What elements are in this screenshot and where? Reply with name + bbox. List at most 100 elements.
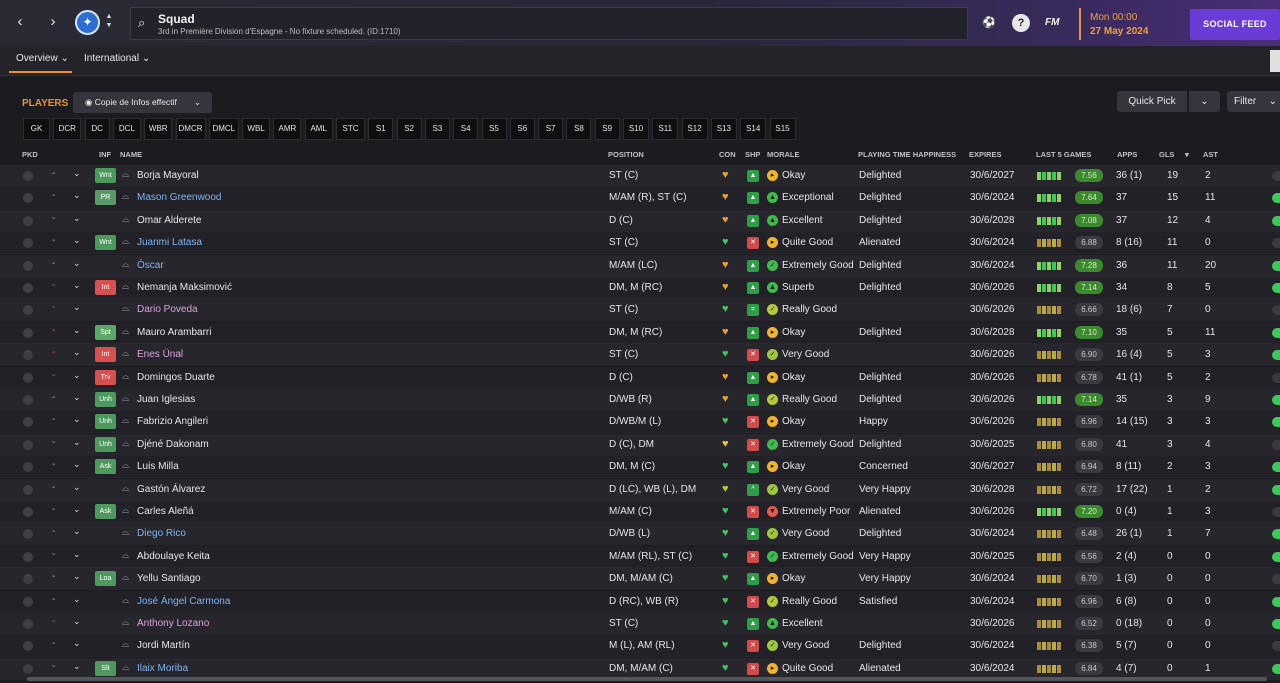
info-badge[interactable]: Trv <box>95 369 116 385</box>
col-last5[interactable]: LAST 5 GAMES <box>1036 150 1091 159</box>
penalty-taker-toggle[interactable] <box>23 193 33 204</box>
row-expand-chevron-icon[interactable]: ⌄ <box>73 302 81 313</box>
row-expand-chevron-icon[interactable]: ⌄ <box>73 504 81 515</box>
position-filter-dc[interactable]: DC <box>84 118 110 140</box>
row-expand-chevron-icon[interactable]: ⌄ <box>73 616 81 627</box>
player-name[interactable]: Anthony Lozano <box>137 618 209 629</box>
info-badge[interactable]: Ask <box>95 504 116 519</box>
position-filter-s5[interactable]: S5 <box>481 118 507 140</box>
penalty-taker-toggle[interactable] <box>23 551 33 562</box>
player-row[interactable]: - ⌄ Ask ⌓ Luis Milla DM, M (C) ♥ ▲ ▸ Okay Concerne… <box>0 456 1280 479</box>
filter-button[interactable]: Filter ⌄ <box>1227 91 1280 112</box>
player-row[interactable]: - ⌄ Int ⌓ Nemanja Maksimović DM, M (RC) ♥ ▲ ▲ Sup… <box>0 277 1280 299</box>
position-filter-s7[interactable]: S7 <box>538 118 564 140</box>
player-row[interactable]: - ⌄ ⌓ Omar Alderete D (C) ♥ ▲ ▲ Excellent Delight… <box>0 209 1280 232</box>
penalty-taker-toggle[interactable] <box>23 417 33 428</box>
player-row[interactable]: - ⌄ ⌓ Óscar M/AM (LC) ♥ ▲ ✓ Extremely Good Deligh… <box>0 254 1280 277</box>
player-name[interactable]: Ilaix Moriba <box>137 663 188 674</box>
player-name[interactable]: Yellu Santiago <box>137 573 201 584</box>
selection-dash-icon[interactable]: - <box>52 616 55 627</box>
player-name[interactable]: Gastón Álvarez <box>137 484 205 495</box>
penalty-taker-toggle[interactable] <box>23 462 33 473</box>
player-name[interactable]: Carles Aleñá <box>137 506 194 517</box>
player-name[interactable]: Borja Mayoral <box>137 170 199 181</box>
selection-dash-icon[interactable]: - <box>52 280 55 291</box>
selection-dash-icon[interactable]: - <box>52 638 55 649</box>
penalty-taker-toggle[interactable] <box>23 260 33 271</box>
penalty-taker-toggle[interactable] <box>23 327 33 338</box>
col-con[interactable]: CON <box>719 150 736 159</box>
player-row[interactable]: - ⌄ ⌓ Dario Poveda ST (C) ♥ = ✓ Really Good 30/6/… <box>0 299 1280 322</box>
player-row[interactable]: - ⌄ Loa ⌓ Yellu Santiago DM, M/AM (C) ♥ ▲ ▸ Okay V… <box>0 568 1280 591</box>
view-selector[interactable]: ◉ Copie de Infos effectif ⌄ <box>73 92 212 113</box>
player-name[interactable]: Nemanja Maksimović <box>137 282 232 293</box>
player-row[interactable]: - ⌄ Wnt ⌓ Borja Mayoral ST (C) ♥ ▲ ▸ Okay Delighte… <box>0 165 1280 187</box>
col-inf[interactable]: INF <box>99 150 111 159</box>
penalty-taker-toggle[interactable] <box>23 372 33 383</box>
selection-dash-icon[interactable]: - <box>52 526 55 537</box>
selection-dash-icon[interactable]: - <box>52 504 55 515</box>
position-filter-s14[interactable]: S14 <box>740 118 767 140</box>
quick-pick-dropdown[interactable]: ⌄ <box>1189 91 1220 112</box>
club-switch-arrows-icon[interactable]: ▲ ▼ <box>104 12 114 30</box>
selection-dash-icon[interactable]: - <box>52 459 55 470</box>
info-badge[interactable]: Slt <box>95 660 116 676</box>
selection-dash-icon[interactable]: - <box>52 594 55 605</box>
player-name[interactable]: Abdoulaye Keita <box>137 551 210 562</box>
fm-logo[interactable]: FM <box>1045 17 1059 28</box>
selection-dash-icon[interactable]: - <box>52 258 55 269</box>
selection-dash-icon[interactable]: - <box>52 661 55 672</box>
position-filter-aml[interactable]: AML <box>304 118 333 140</box>
tab-international[interactable]: International ⌄ <box>84 53 150 64</box>
player-row[interactable]: - ⌄ ⌓ Anthony Lozano ST (C) ♥ ▲ ▲ Excellent 30/6/… <box>0 613 1280 635</box>
selection-dash-icon[interactable]: - <box>52 392 55 403</box>
position-filter-dcl[interactable]: DCL <box>112 118 141 140</box>
player-name[interactable]: Omar Alderete <box>137 215 201 226</box>
row-expand-chevron-icon[interactable]: ⌄ <box>73 638 81 649</box>
penalty-taker-toggle[interactable] <box>23 305 33 316</box>
player-name[interactable]: Jordi Martín <box>137 640 190 651</box>
info-badge[interactable]: Wnt <box>95 168 116 183</box>
horizontal-scrollbar[interactable] <box>27 677 1267 681</box>
penalty-taker-toggle[interactable] <box>23 596 33 607</box>
row-expand-chevron-icon[interactable]: ⌄ <box>73 347 81 358</box>
position-filter-dmcr[interactable]: DMCR <box>175 118 206 140</box>
player-name[interactable]: Óscar <box>137 260 164 271</box>
player-row[interactable]: - ⌄ Ask ⌓ Carles Aleñá M/AM (C) ♥ ✕ ▼ Extremely P… <box>0 501 1280 523</box>
selection-dash-icon[interactable]: - <box>52 213 55 224</box>
row-expand-chevron-icon[interactable]: ⌄ <box>73 549 81 560</box>
position-filter-s13[interactable]: S13 <box>710 118 737 140</box>
penalty-taker-toggle[interactable] <box>23 663 33 674</box>
player-name[interactable]: Diego Rico <box>137 528 186 539</box>
row-expand-chevron-icon[interactable]: ⌄ <box>73 168 81 179</box>
player-name[interactable]: Mason Greenwood <box>137 192 222 203</box>
selection-dash-icon[interactable]: - <box>52 302 55 313</box>
position-filter-wbr[interactable]: WBR <box>144 118 173 140</box>
player-row[interactable]: - ⌄ PR ⌓ Mason Greenwood M/AM (R), ST (C) ♥ ▲ ▲ E… <box>0 187 1280 210</box>
player-name[interactable]: Juan Iglesias <box>137 394 195 405</box>
penalty-taker-toggle[interactable] <box>23 350 33 361</box>
player-row[interactable]: - ⌄ Int ⌓ Enes Ünal ST (C) ♥ ✕ ✓ Very Good 30/6/20… <box>0 344 1280 367</box>
player-name[interactable]: Enes Ünal <box>137 349 183 360</box>
selection-dash-icon[interactable]: - <box>52 549 55 560</box>
search-box[interactable]: ⌕ Squad 3rd in Première Division d'Espag… <box>130 7 968 40</box>
club-crest-icon[interactable]: ✦ <box>75 10 100 35</box>
row-expand-chevron-icon[interactable]: ⌄ <box>73 482 81 493</box>
col-playing-time[interactable]: PLAYING TIME HAPPINESS <box>858 150 956 159</box>
row-expand-chevron-icon[interactable]: ⌄ <box>73 526 81 537</box>
col-pkd[interactable]: PKD <box>22 150 38 159</box>
col-shp[interactable]: SHP <box>745 150 760 159</box>
player-name[interactable]: Fabrizio Angileri <box>137 416 208 427</box>
penalty-taker-toggle[interactable] <box>23 439 33 450</box>
row-expand-chevron-icon[interactable]: ⌄ <box>73 571 81 582</box>
position-filter-gk[interactable]: GK <box>23 118 50 140</box>
selection-dash-icon[interactable]: - <box>52 571 55 582</box>
penalty-taker-toggle[interactable] <box>23 238 33 249</box>
help-icon[interactable]: ? <box>1012 14 1030 32</box>
info-badge[interactable]: Unh <box>95 392 116 407</box>
position-filter-s10[interactable]: S10 <box>623 118 649 140</box>
position-filter-s8[interactable]: S8 <box>566 118 592 140</box>
col-apps[interactable]: APPS <box>1117 150 1137 159</box>
penalty-taker-toggle[interactable] <box>23 283 33 293</box>
penalty-taker-toggle[interactable] <box>23 507 33 517</box>
